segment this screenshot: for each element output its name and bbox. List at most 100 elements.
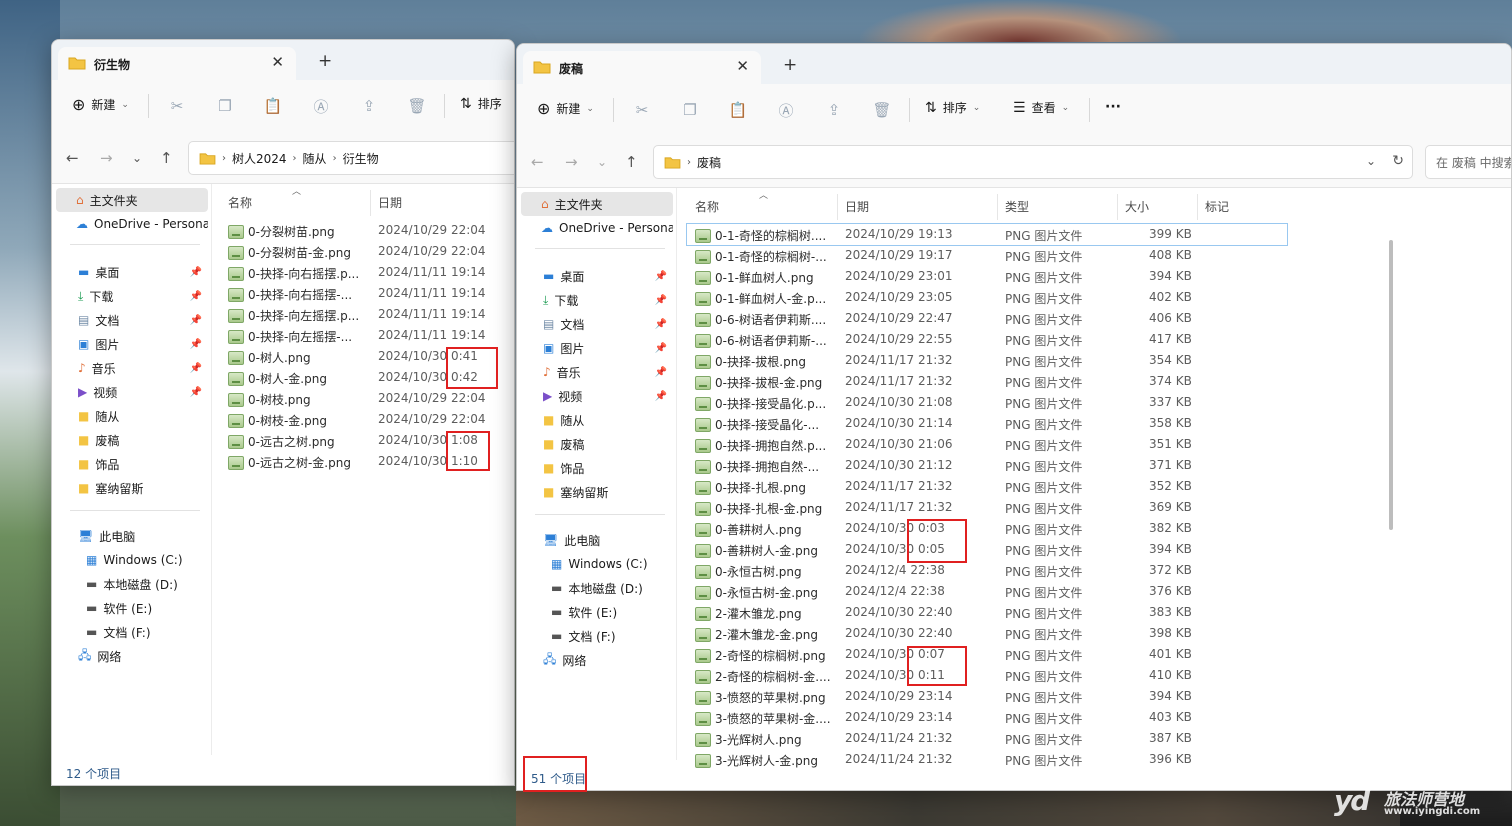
breadcrumb-item[interactable]: 废稿 xyxy=(697,154,721,171)
file-row[interactable]: 0-永恒古树-金.png 2024/12/4 22:38 PNG 图片文件 376 K… xyxy=(687,581,1287,602)
up-arrow-icon[interactable]: ↑ xyxy=(625,153,638,171)
sidebar-item-this-pc[interactable]: 🖥 此电脑 xyxy=(56,524,208,548)
rename-icon[interactable]: Ⓐ xyxy=(310,95,332,117)
column-header-size[interactable]: 大小 xyxy=(1125,198,1149,215)
new-tab-icon[interactable]: + xyxy=(783,55,797,75)
search-input[interactable]: 在 废稿 中搜索 xyxy=(1425,145,1511,179)
sidebar-item-drive-c[interactable]: ▦ Windows (C:) xyxy=(56,548,208,572)
paste-icon[interactable]: 📋 xyxy=(262,95,284,117)
sidebar-item-drive-c[interactable]: ▦ Windows (C:) xyxy=(521,552,673,576)
sidebar-item-pictures[interactable]: ▣ 图片 📌 xyxy=(56,332,208,356)
sidebar-item-videos[interactable]: ▶ 视频 📌 xyxy=(56,380,208,404)
close-tab-icon[interactable]: ✕ xyxy=(736,57,749,75)
file-row[interactable]: 2-灌木雏龙-金.png 2024/10/30 22:40 PNG 图片文件 398 … xyxy=(687,623,1287,644)
file-row[interactable]: 3-光辉树人.png 2024/11/24 21:32 PNG 图片文件 387 KB xyxy=(687,728,1287,749)
back-arrow-icon[interactable]: ← xyxy=(66,149,79,167)
cut-icon[interactable]: ✂ xyxy=(631,99,653,121)
file-row[interactable]: 0-抉择-拔根-金.png 2024/11/17 21:32 PNG 图片文件 374… xyxy=(687,371,1287,392)
address-bar[interactable]: › 树人2024 › 随从 › 衍生物 xyxy=(188,141,514,175)
up-arrow-icon[interactable]: ↑ xyxy=(160,149,173,167)
sidebar-item-cenarius[interactable]: ■ 塞纳留斯 xyxy=(56,476,208,500)
sidebar-item-cenarius[interactable]: ■ 塞纳留斯 xyxy=(521,480,673,504)
pin-icon[interactable]: 📌 xyxy=(190,387,202,398)
paste-icon[interactable]: 📋 xyxy=(727,99,749,121)
file-row[interactable]: 0-抉择-向左摇摆-... 2024/11/11 19:14 xyxy=(220,325,514,346)
vertical-scrollbar[interactable] xyxy=(1389,240,1393,530)
sidebar-item-pictures[interactable]: ▣ 图片 📌 xyxy=(521,336,673,360)
file-row[interactable]: 0-6-树语者伊莉斯-... 2024/10/29 22:55 PNG 图片文件 41… xyxy=(687,329,1287,350)
file-row[interactable]: 0-善耕树人.png 2024/10/30 0:03 PNG 图片文件 382 KB xyxy=(687,518,1287,539)
breadcrumb-item[interactable]: 树人2024 xyxy=(232,150,287,167)
view-button[interactable]: ☰ 查看 ⌄ xyxy=(1013,99,1069,116)
file-row[interactable]: 0-树枝-金.png 2024/10/29 22:04 xyxy=(220,409,514,430)
pin-icon[interactable]: 📌 xyxy=(190,267,202,278)
rename-icon[interactable]: Ⓐ xyxy=(775,99,797,121)
cut-icon[interactable]: ✂ xyxy=(166,95,188,117)
tab-drafts[interactable]: 废稿 ✕ xyxy=(523,51,761,84)
file-row[interactable]: 0-抉择-向左摇摆.p... 2024/11/11 19:14 xyxy=(220,304,514,325)
sidebar-item-network[interactable]: 🖧 网络 xyxy=(56,644,208,668)
sidebar-item-documents[interactable]: ▤ 文档 📌 xyxy=(56,308,208,332)
column-header-date[interactable]: 日期 xyxy=(845,198,869,215)
file-row[interactable]: 0-6-树语者伊莉斯.... 2024/10/29 22:47 PNG 图片文件 40… xyxy=(687,308,1287,329)
file-row[interactable]: 2-奇怪的棕榈树-金.... 2024/10/30 0:11 PNG 图片文件 410… xyxy=(687,665,1287,686)
sidebar-item-videos[interactable]: ▶ 视频 📌 xyxy=(521,384,673,408)
sidebar-item-minions[interactable]: ■ 随从 xyxy=(521,408,673,432)
close-tab-icon[interactable]: ✕ xyxy=(271,53,284,71)
sort-button[interactable]: ⇅ 排序 ⌄ xyxy=(925,99,980,116)
file-row[interactable]: 0-抉择-接受晶化.p... 2024/10/30 21:08 PNG 图片文件 33… xyxy=(687,392,1287,413)
share-icon[interactable]: ⇪ xyxy=(823,99,845,121)
address-dropdown-icon[interactable]: ⌄ xyxy=(1366,154,1376,168)
pin-icon[interactable]: 📌 xyxy=(655,319,667,330)
sidebar-item-downloads[interactable]: ⤓ 下载 📌 xyxy=(521,288,673,312)
sidebar-item-drive-e[interactable]: ▬ 软件 (E:) xyxy=(56,596,208,620)
sidebar-item-desktop[interactable]: ▬ 桌面 📌 xyxy=(521,264,673,288)
back-arrow-icon[interactable]: ← xyxy=(531,153,544,171)
column-header-tag[interactable]: 标记 xyxy=(1205,198,1229,215)
sidebar-item-music[interactable]: ♪ 音乐 📌 xyxy=(56,356,208,380)
sidebar-item-music[interactable]: ♪ 音乐 📌 xyxy=(521,360,673,384)
column-header-type[interactable]: 类型 xyxy=(1005,198,1029,215)
file-row[interactable]: 0-抉择-接受晶化-... 2024/10/30 21:14 PNG 图片文件 358… xyxy=(687,413,1287,434)
pin-icon[interactable]: 📌 xyxy=(190,291,202,302)
recent-locations-icon[interactable]: ⌄ xyxy=(132,151,142,165)
pin-icon[interactable]: 📌 xyxy=(655,367,667,378)
file-row[interactable]: 3-愤怒的苹果树.png 2024/10/29 23:14 PNG 图片文件 394 … xyxy=(687,686,1287,707)
file-row[interactable]: 0-1-奇怪的棕榈树.... 2024/10/29 19:13 PNG 图片文件 39… xyxy=(686,223,1288,246)
sidebar-item-drafts[interactable]: ■ 废稿 xyxy=(56,428,208,452)
sidebar-item-drive-e[interactable]: ▬ 软件 (E:) xyxy=(521,600,673,624)
file-row[interactable]: 2-奇怪的棕榈树.png 2024/10/30 0:07 PNG 图片文件 401 K… xyxy=(687,644,1287,665)
sidebar-item-home[interactable]: ⌂ 主文件夹 xyxy=(56,188,208,212)
sidebar-item-drive-d[interactable]: ▬ 本地磁盘 (D:) xyxy=(521,576,673,600)
file-row[interactable]: 0-1-鲜血树人.png 2024/10/29 23:01 PNG 图片文件 394 … xyxy=(687,266,1287,287)
file-row[interactable]: 0-抉择-拥抱自然-... 2024/10/30 21:12 PNG 图片文件 371… xyxy=(687,455,1287,476)
file-row[interactable]: 0-1-奇怪的棕榈树-... 2024/10/29 19:17 PNG 图片文件 40… xyxy=(687,245,1287,266)
sidebar-item-network[interactable]: 🖧 网络 xyxy=(521,648,673,672)
file-row[interactable]: 0-善耕树人-金.png 2024/10/30 0:05 PNG 图片文件 394 K… xyxy=(687,539,1287,560)
file-row[interactable]: 0-1-鲜血树人-金.p... 2024/10/29 23:05 PNG 图片文件 4… xyxy=(687,287,1287,308)
column-header-name[interactable]: 名称 xyxy=(228,194,252,211)
copy-icon[interactable]: ❐ xyxy=(679,99,701,121)
forward-arrow-icon[interactable]: → xyxy=(100,149,113,167)
file-row[interactable]: 0-抉择-拔根.png 2024/11/17 21:32 PNG 图片文件 354 K… xyxy=(687,350,1287,371)
new-button[interactable]: ⊕ 新建 ⌄ xyxy=(72,95,129,114)
file-row[interactable]: 0-分裂树苗.png 2024/10/29 22:04 xyxy=(220,220,514,241)
more-options-button[interactable]: ··· xyxy=(1105,99,1121,115)
sidebar-item-home[interactable]: ⌂ 主文件夹 xyxy=(521,192,673,216)
sidebar-item-minions[interactable]: ■ 随从 xyxy=(56,404,208,428)
pin-icon[interactable]: 📌 xyxy=(190,339,202,350)
file-row[interactable]: 0-抉择-拥抱自然.p... 2024/10/30 21:06 PNG 图片文件 35… xyxy=(687,434,1287,455)
sidebar-item-drive-f[interactable]: ▬ 文档 (F:) xyxy=(56,620,208,644)
sidebar-item-drive-d[interactable]: ▬ 本地磁盘 (D:) xyxy=(56,572,208,596)
file-row[interactable]: 2-灌木雏龙.png 2024/10/30 22:40 PNG 图片文件 383 KB xyxy=(687,602,1287,623)
sidebar-item-accessories[interactable]: ■ 饰品 xyxy=(521,456,673,480)
sidebar-item-drafts[interactable]: ■ 废稿 xyxy=(521,432,673,456)
sidebar-item-this-pc[interactable]: 🖥 此电脑 xyxy=(521,528,673,552)
pin-icon[interactable]: 📌 xyxy=(655,295,667,306)
sidebar-item-onedrive[interactable]: ☁ OneDrive - Personal xyxy=(521,216,673,240)
pin-icon[interactable]: 📌 xyxy=(190,315,202,326)
column-header-name[interactable]: 名称 xyxy=(695,198,719,215)
tab-derivatives[interactable]: 衍生物 ✕ xyxy=(58,47,296,80)
pin-icon[interactable]: 📌 xyxy=(190,363,202,374)
file-row[interactable]: 0-抉择-扎根.png 2024/11/17 21:32 PNG 图片文件 352 K… xyxy=(687,476,1287,497)
